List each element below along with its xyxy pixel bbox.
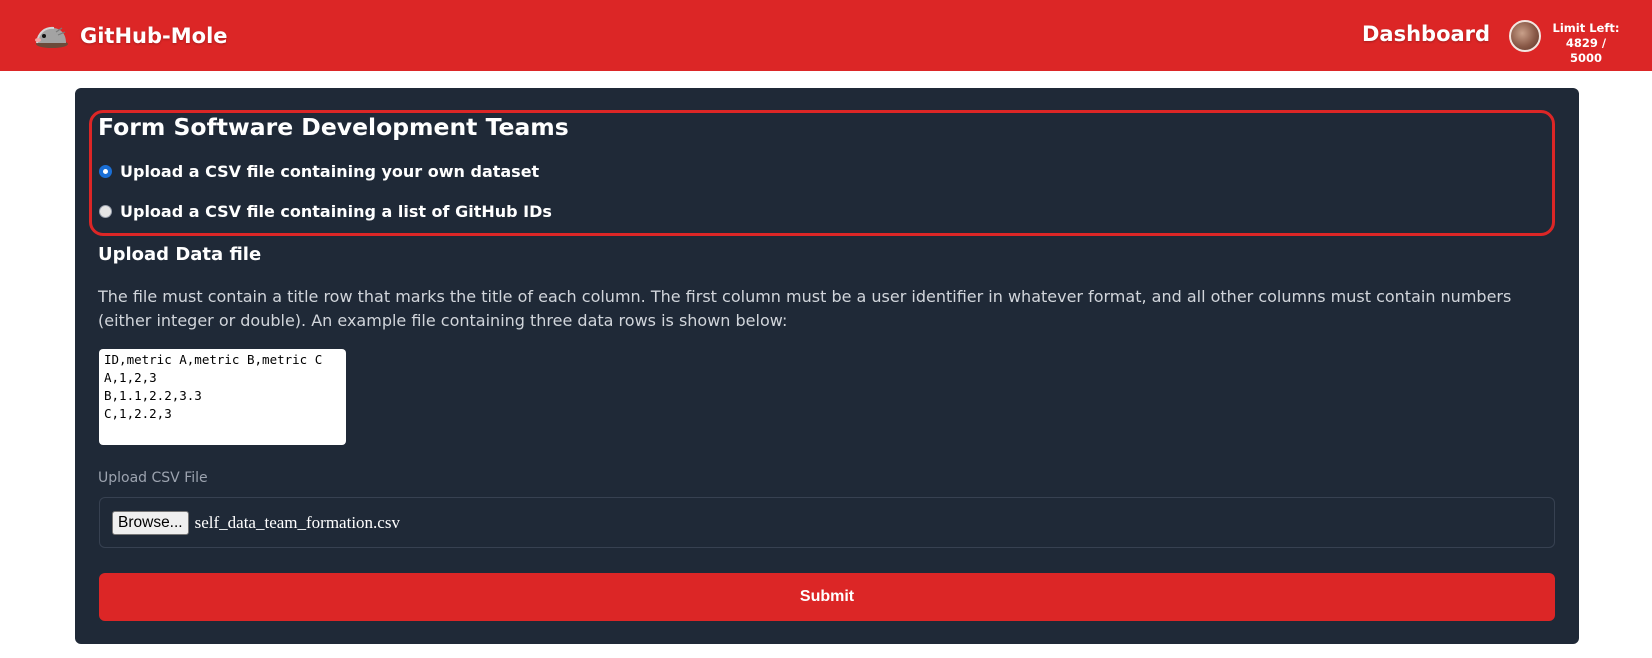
form-title: Form Software Development Teams	[98, 113, 569, 141]
example-line: B,1.1,2.2,3.3	[104, 388, 202, 403]
option-github-ids-label: Upload a CSV file containing a list of G…	[120, 202, 552, 221]
radio-github-ids[interactable]	[99, 205, 112, 218]
example-csv-box: ID,metric A,metric B,metric C A,1,2,3 B,1.…	[99, 349, 346, 445]
example-line: A,1,2,3	[104, 370, 157, 385]
example-line: C,1,2.2,3	[104, 406, 172, 421]
limit-value: 4829 / 5000	[1565, 36, 1607, 65]
brand-link[interactable]: GitHub-Mole	[32, 18, 228, 54]
upload-csv-label: Upload CSV File	[98, 470, 208, 486]
selected-file-name: self_data_team_formation.csv	[194, 512, 400, 532]
option-own-dataset[interactable]: Upload a CSV file containing your own da…	[99, 162, 539, 181]
example-line: ID,metric A,metric B,metric C	[104, 352, 323, 367]
section-title: Upload Data file	[98, 244, 262, 265]
option-github-ids[interactable]: Upload a CSV file containing a list of G…	[99, 202, 552, 221]
mole-icon	[35, 26, 68, 48]
browse-button[interactable]: Browse...	[112, 510, 189, 535]
limit-label: Limit Left:	[1552, 21, 1620, 35]
rate-limit-indicator: Limit Left: 4829 / 5000	[1549, 21, 1623, 66]
radio-own-dataset[interactable]	[99, 165, 112, 178]
submit-button[interactable]: Submit	[99, 573, 1555, 621]
nav-dashboard-link[interactable]: Dashboard	[1362, 22, 1490, 46]
top-navbar: GitHub-Mole Dashboard Limit Left: 4829 /…	[0, 0, 1652, 71]
user-avatar[interactable]	[1509, 20, 1541, 52]
description-text: The file must contain a title row that m…	[98, 287, 1512, 330]
csv-file-input[interactable]: Browse... self_data_team_formation.csv	[99, 497, 1555, 548]
brand-name: GitHub-Mole	[80, 24, 228, 48]
option-own-dataset-label: Upload a CSV file containing your own da…	[120, 162, 540, 181]
